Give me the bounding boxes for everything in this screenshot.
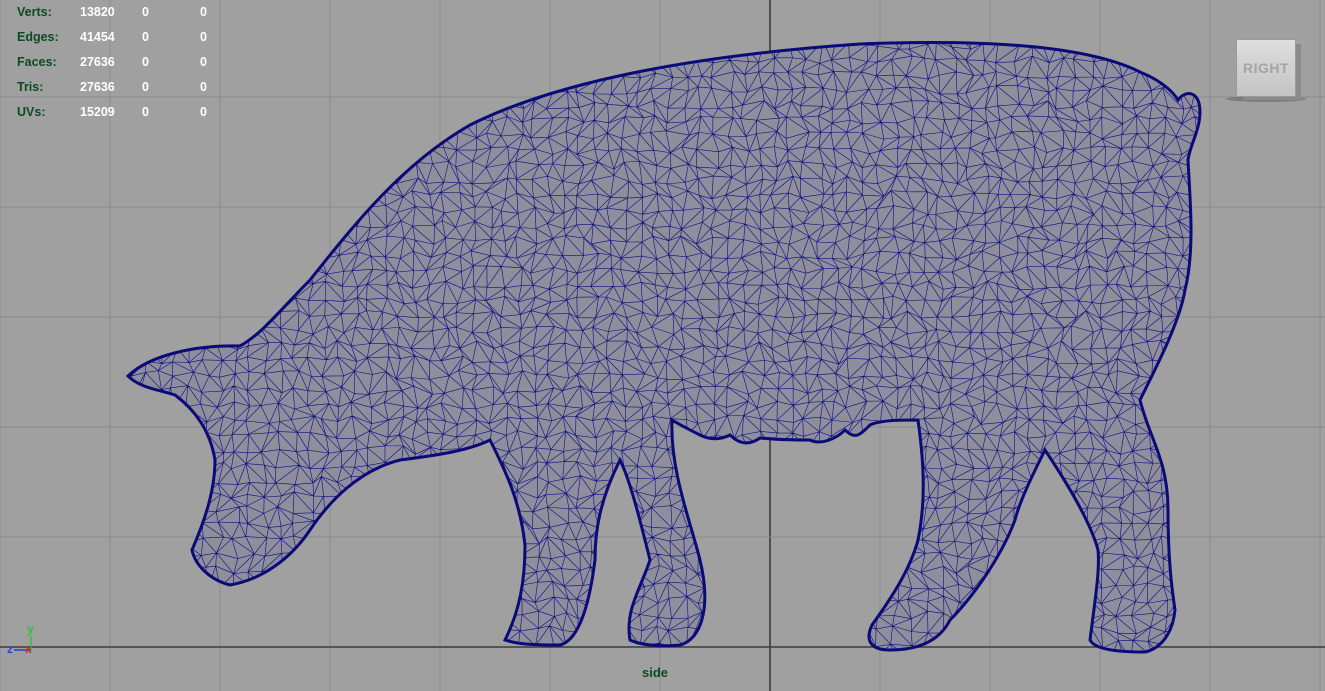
hud-value: 0 [142, 80, 149, 94]
camera-name-label: side [642, 665, 669, 680]
hud-value: 15209 [80, 105, 115, 119]
hud-value: 0 [200, 30, 207, 44]
hud-row-uvs: UVs: 15209 0 0 [0, 100, 218, 125]
hud-value: 0 [200, 5, 207, 19]
hud-value: 27636 [80, 80, 115, 94]
hud-value: 0 [142, 5, 149, 19]
hud-label: Verts: [17, 5, 52, 19]
hud-value: 41454 [80, 30, 115, 44]
axis-y-label: y [27, 622, 34, 636]
hud-label: Edges: [17, 30, 59, 44]
viewcube-label: RIGHT [1242, 60, 1290, 76]
hud-value: 13820 [80, 5, 115, 19]
axis-z-label: z [7, 642, 13, 656]
hud-value: 0 [142, 55, 149, 69]
hud-value: 0 [142, 105, 149, 119]
viewcube-right-face[interactable]: RIGHT [1236, 39, 1296, 97]
hud-row-verts: Verts: 13820 0 0 [0, 0, 218, 25]
hud-row-faces: Faces: 27636 0 0 [0, 50, 218, 75]
hud-row-tris: Tris: 27636 0 0 [0, 75, 218, 100]
axis-x-label: x [25, 642, 32, 656]
poly-count-hud: Verts: 13820 0 0 Edges: 41454 0 0 Faces:… [0, 0, 218, 125]
hud-label: Faces: [17, 55, 57, 69]
side-viewport[interactable]: Verts: 13820 0 0 Edges: 41454 0 0 Faces:… [0, 0, 1325, 691]
hud-value: 27636 [80, 55, 115, 69]
hud-value: 0 [200, 55, 207, 69]
hud-value: 0 [142, 30, 149, 44]
hud-label: UVs: [17, 105, 46, 119]
hud-value: 0 [200, 105, 207, 119]
hud-value: 0 [200, 80, 207, 94]
hud-row-edges: Edges: 41454 0 0 [0, 25, 218, 50]
hud-label: Tris: [17, 80, 44, 94]
